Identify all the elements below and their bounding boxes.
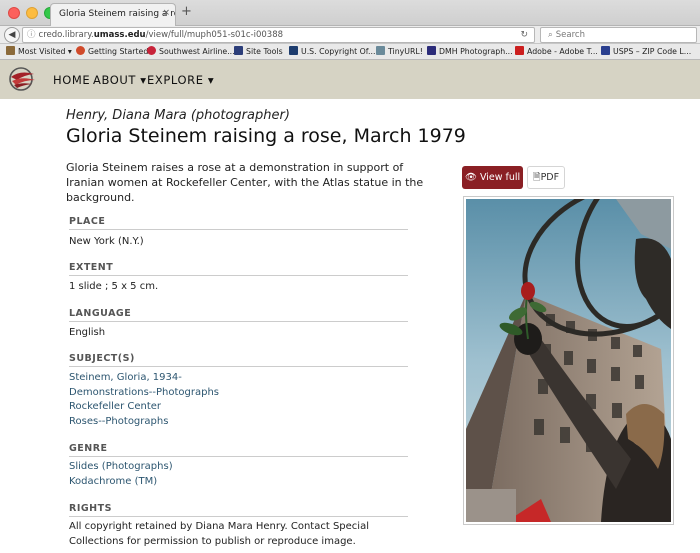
browser-tab-title: Gloria Steinem raising a rose, ...	[59, 9, 175, 19]
pdf-file-icon: 🗎	[532, 172, 541, 183]
genre-link[interactable]: Kodachrome (TM)	[69, 475, 157, 490]
field-value-rights: All copyright retained by Diana Mara Hen…	[69, 521, 369, 547]
bookmark-adobe[interactable]: Adobe - Adobe T...	[515, 44, 598, 59]
folder-icon	[6, 46, 15, 55]
bookmark-dmh[interactable]: DMH Photograph...	[427, 44, 513, 59]
photo-image[interactable]	[466, 159, 700, 522]
nav-about[interactable]: ABOUT ▾	[93, 73, 147, 87]
site-tools-icon	[234, 46, 243, 55]
bookmark-getting-started[interactable]: Getting Started	[76, 44, 148, 59]
subject-link[interactable]: Roses--Photographs	[69, 415, 168, 430]
field-label-rights: RIGHTS	[69, 503, 408, 517]
field-label-subjects: SUBJECT(S)	[69, 353, 408, 367]
tab-close-icon[interactable]: ×	[162, 8, 170, 18]
subject-link[interactable]: Demonstrations--Photographs	[69, 386, 219, 401]
bookmark-tinyurl[interactable]: TinyURL!	[376, 44, 423, 59]
bookmark-most-visited[interactable]: Most Visited ▾	[6, 44, 72, 59]
site-logo-icon[interactable]	[8, 66, 36, 92]
field-label-language: LANGUAGE	[69, 308, 408, 322]
view-full-button[interactable]: 👁 View full	[462, 166, 523, 189]
search-input[interactable]: ⌕ Search	[540, 27, 697, 43]
item-description: Gloria Steinem raises a rose at a demons…	[66, 161, 424, 204]
tinyurl-icon	[376, 46, 385, 55]
field-value-extent: 1 slide ; 5 x 5 cm.	[69, 281, 159, 292]
window-minimize-button[interactable]	[26, 7, 38, 19]
browser-tab-bar: Gloria Steinem raising a rose, ... × +	[0, 0, 700, 26]
field-value-place: New York (N.Y.)	[69, 236, 144, 247]
photographer-name: Henry, Diana Mara (photographer)	[66, 108, 290, 123]
bookmark-southwest[interactable]: Southwest Airline...	[147, 44, 235, 59]
window-close-button[interactable]	[8, 7, 20, 19]
bookmark-usps[interactable]: USPS – ZIP Code L...	[601, 44, 691, 59]
nav-home[interactable]: HOME	[53, 73, 90, 87]
eye-icon: 👁	[464, 172, 477, 183]
reload-icon[interactable]: ↻	[520, 28, 528, 42]
back-arrow-icon[interactable]: ◀	[4, 27, 20, 43]
item-photo[interactable]	[463, 159, 700, 525]
browser-nav-bar: ◀ ⓘ credo.library.umass.edu/view/full/mup…	[0, 26, 700, 44]
usps-icon	[601, 46, 610, 55]
browser-tab[interactable]: Gloria Steinem raising a rose, ... ×	[50, 3, 176, 26]
field-value-language: English	[69, 327, 106, 338]
page-title: Gloria Steinem raising a rose, March 197…	[66, 125, 466, 147]
subject-link[interactable]: Steinem, Gloria, 1934-	[69, 371, 182, 386]
firefox-icon	[76, 46, 85, 55]
field-label-extent: EXTENT	[69, 262, 408, 276]
subject-link[interactable]: Rockefeller Center	[69, 400, 161, 415]
genre-link[interactable]: Slides (Photographs)	[69, 460, 173, 475]
field-label-place: PLACE	[69, 216, 408, 230]
info-icon[interactable]: ⓘ	[27, 30, 36, 40]
field-label-genre: GENRE	[69, 443, 408, 457]
search-icon: ⌕	[548, 30, 553, 40]
pdf-button[interactable]: 🗎PDF	[527, 166, 565, 189]
new-tab-button[interactable]: +	[181, 5, 192, 19]
copyright-icon	[289, 46, 298, 55]
bookmarks-bar: Most Visited ▾ Getting Started Southwest…	[0, 44, 700, 60]
heart-icon	[147, 46, 156, 55]
bookmark-copyright[interactable]: U.S. Copyright Of...	[289, 44, 375, 59]
bookmark-site-tools[interactable]: Site Tools	[234, 44, 283, 59]
url-bar[interactable]: ⓘ credo.library.umass.edu/view/full/muph0…	[22, 27, 535, 43]
site-header: HOME ABOUT ▾ EXPLORE ▾	[0, 60, 700, 99]
adobe-icon	[515, 46, 524, 55]
dmh-icon	[427, 46, 436, 55]
nav-explore[interactable]: EXPLORE ▾	[147, 73, 214, 87]
